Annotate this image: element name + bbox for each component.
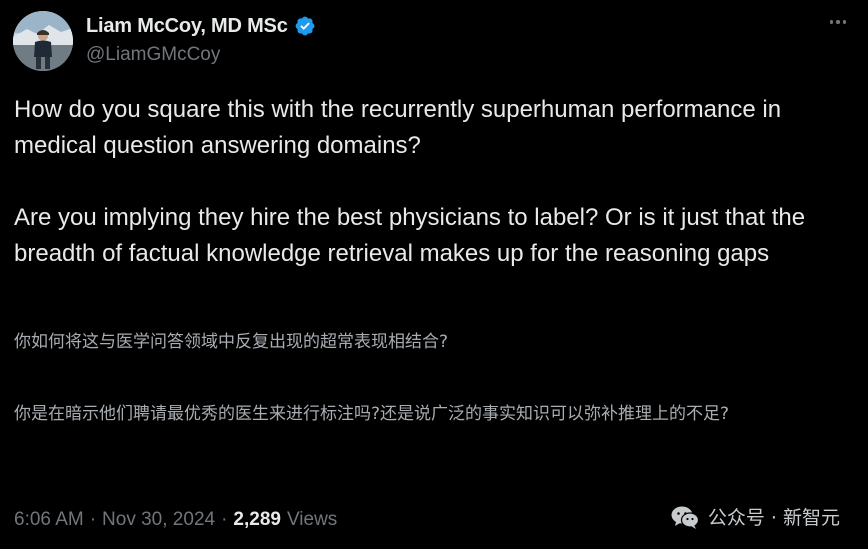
tweet-text: How do you square this with the recurren… <box>14 92 860 272</box>
author-display-name[interactable]: Liam McCoy, MD MSc <box>86 15 288 38</box>
tweet-date[interactable]: Nov 30, 2024 <box>102 509 215 531</box>
tweet-meta: 6:06 AM · Nov 30, 2024 · 2,289 Views <box>14 509 337 531</box>
author-handle[interactable]: @LiamGMcCoy <box>86 44 220 66</box>
tweet-paragraph-2: Are you implying they hire the best phys… <box>14 204 806 267</box>
tweet-time[interactable]: 6:06 AM <box>14 509 84 531</box>
watermark: 公众号 · 新智元 <box>670 503 840 530</box>
more-options-icon[interactable] <box>824 12 852 32</box>
watermark-text: 公众号 · 新智元 <box>707 507 840 529</box>
tweet-card: Liam McCoy, MD MSc @LiamGMcCoy How do yo… <box>0 0 868 549</box>
views-count: 2,289 <box>233 509 281 530</box>
meta-separator: · <box>221 509 228 530</box>
wechat-icon <box>671 506 699 529</box>
verified-badge-icon <box>295 16 315 36</box>
translation-paragraph-1: 你如何将这与医学问答领域中反复出现的超常表现相结合? <box>14 332 449 352</box>
tweet-paragraph-1: How do you square this with the recurren… <box>14 96 782 159</box>
translation-text: 你如何将这与医学问答领域中反复出现的超常表现相结合? 你是在暗示他们聘请最优秀的… <box>14 326 860 430</box>
author-name-row[interactable]: Liam McCoy, MD MSc <box>86 13 316 39</box>
views-label: Views <box>286 509 338 530</box>
avatar[interactable] <box>13 11 73 71</box>
translation-paragraph-2: 你是在暗示他们聘请最优秀的医生来进行标注吗?还是说广泛的事实知识可以弥补推理上的… <box>14 404 730 424</box>
meta-separator: · <box>89 509 97 530</box>
